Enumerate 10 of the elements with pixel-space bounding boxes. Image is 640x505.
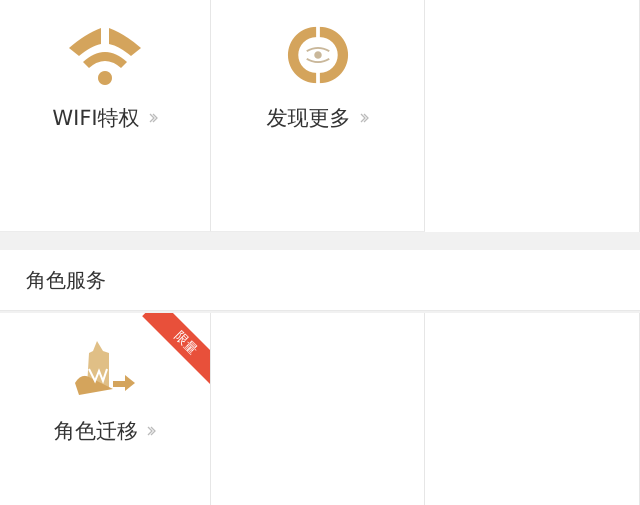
tile-label: 发现更多 (266, 105, 350, 132)
service-tile[interactable]: WIFI特权 (0, 0, 211, 232)
eye-icon (286, 24, 348, 86)
chevron-icon (358, 113, 368, 123)
tile-label: WIFI特权 (52, 105, 140, 132)
tile-label: 角色迁移 (54, 418, 138, 445)
service-tile[interactable]: 发现更多 (211, 0, 425, 232)
chevron-icon (148, 113, 158, 123)
chevron-icon (146, 426, 156, 436)
section-title: 角色服务 (26, 266, 106, 294)
